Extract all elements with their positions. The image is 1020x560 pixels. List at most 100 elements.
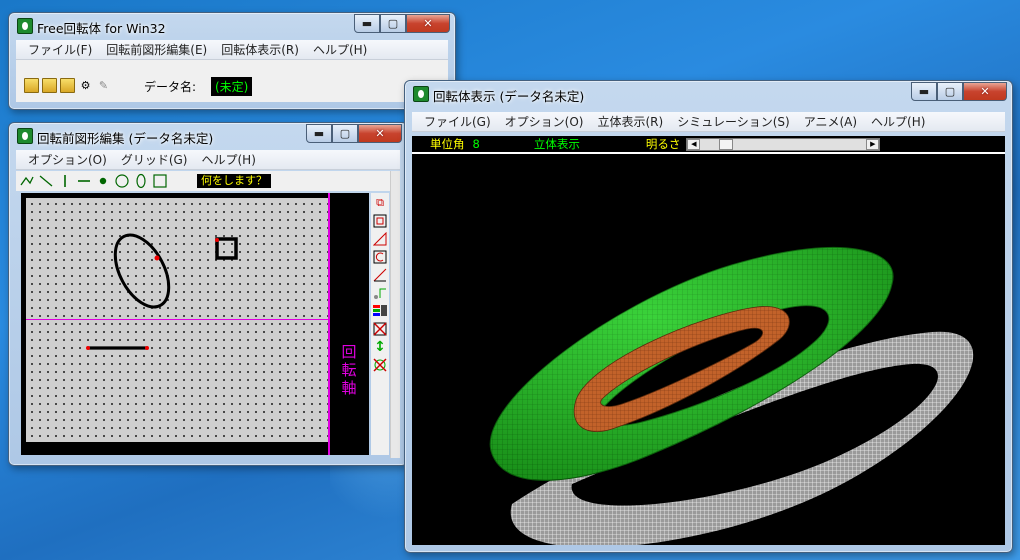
line-start-point [86, 346, 90, 350]
brightness-label: 明るさ [645, 137, 681, 151]
vertical-line-tool-icon[interactable] [57, 173, 73, 189]
rotate-icon[interactable] [373, 249, 388, 264]
close-icon: ✕ [375, 127, 385, 140]
maximize-icon: ▢ [339, 127, 351, 140]
minimize-icon: ▬ [361, 17, 373, 30]
menu-simulation[interactable]: シミュレーション(S) [671, 113, 798, 130]
main-window-buttons: ▬ ▢ ✕ [354, 14, 450, 33]
side-toolbar: ⧉ ↕ [371, 193, 389, 455]
rotation-axis-label: 回転軸 [341, 343, 357, 397]
circle-tool-icon[interactable] [114, 173, 130, 189]
close-button[interactable]: ✕ [963, 82, 1007, 101]
clear-all-icon[interactable] [373, 357, 388, 372]
main-window-title: Free回転体 for Win32 [37, 21, 166, 36]
editor-window[interactable]: 回転前図形編集 (データ名未定) ▬ ▢ ✕ オプション(O) グリッド(G) … [8, 122, 408, 466]
menu-help[interactable]: ヘルプ(H) [865, 113, 933, 130]
tool-icon[interactable]: ✎ [96, 78, 111, 93]
minimize-button[interactable]: ▬ [306, 124, 332, 143]
maximize-button[interactable]: ▢ [937, 82, 963, 101]
3d-scene [489, 246, 974, 545]
menu-options[interactable]: オプション(O) [499, 113, 592, 130]
point-tool-icon[interactable] [95, 173, 111, 189]
menu-help[interactable]: ヘルプ(H) [307, 41, 375, 58]
viewer-window-title: 回転体表示 (データ名未定) [433, 89, 585, 104]
editor-titlebar[interactable]: 回転前図形編集 (データ名未定) ▬ ▢ ✕ [9, 123, 407, 149]
display-mode-text: 立体表示 [533, 137, 580, 151]
slope-icon[interactable] [373, 267, 388, 282]
delete-icon[interactable] [373, 321, 388, 336]
editor-menubar: オプション(O) グリッド(G) ヘルプ(H) [16, 150, 400, 170]
ellipse-shape [113, 233, 171, 309]
unit-angle-label: 単位角 [430, 137, 465, 151]
minimize-icon: ▬ [313, 127, 325, 140]
copy-shape-icon[interactable]: ⧉ [373, 195, 388, 210]
close-button[interactable]: ✕ [406, 14, 450, 33]
app-icon[interactable] [413, 86, 429, 102]
prompt-text: 何をします？ [197, 174, 271, 188]
menu-animation[interactable]: アニメ(A) [798, 113, 865, 130]
menu-options[interactable]: オプション(O) [22, 151, 115, 168]
app-icon[interactable] [17, 18, 33, 34]
menu-render[interactable]: 回転体表示(R) [215, 41, 307, 58]
slider-left-arrow-icon[interactable]: ◀ [687, 138, 701, 150]
viewer-statusbar: 単位角 8 立体表示 明るさ ◀ ▶ [412, 136, 1005, 152]
slider-right-arrow-icon[interactable]: ▶ [866, 138, 880, 150]
close-icon: ✕ [980, 85, 990, 98]
main-window[interactable]: Free回転体 for Win32 ▬ ▢ ✕ ファイル(F) 回転前図形編集(… [8, 12, 456, 110]
viewer-window[interactable]: 回転体表示 (データ名未定) ▬ ▢ ✕ ファイル(G) オプション(O) 立体… [404, 80, 1013, 553]
square-control-point [215, 238, 219, 242]
vertical-arrow-icon[interactable]: ↕ [373, 339, 388, 355]
horizontal-line-tool-icon[interactable] [76, 173, 92, 189]
menu-file[interactable]: ファイル(F) [22, 41, 100, 58]
editor-window-buttons: ▬ ▢ ✕ [306, 124, 402, 143]
canvas-shapes [86, 233, 238, 350]
menu-edit-shape[interactable]: 回転前図形編集(E) [100, 41, 215, 58]
gear-icon[interactable]: ⚙ [78, 78, 93, 93]
3d-viewport[interactable] [412, 154, 1005, 545]
open-folder-icon[interactable] [24, 78, 39, 93]
minimize-button[interactable]: ▬ [911, 82, 937, 101]
viewer-window-buttons: ▬ ▢ ✕ [911, 82, 1007, 101]
app-icon[interactable] [17, 128, 33, 144]
maximize-button[interactable]: ▢ [332, 124, 358, 143]
data-name-label: データ名: [144, 80, 197, 94]
data-name-value: (未定) [211, 77, 253, 96]
menu-file[interactable]: ファイル(G) [418, 113, 499, 130]
main-menubar: ファイル(F) 回転前図形編集(E) 回転体表示(R) ヘルプ(H) [16, 40, 448, 60]
corner-icon[interactable] [373, 285, 388, 300]
brightness-slider[interactable]: ◀ ▶ [686, 137, 881, 151]
main-toolbar: ⚙ ✎ [24, 78, 111, 93]
new-folder-icon[interactable] [42, 78, 57, 93]
maximize-icon: ▢ [387, 17, 399, 30]
minimize-icon: ▬ [918, 85, 930, 98]
palette-icon[interactable] [373, 303, 388, 318]
close-button[interactable]: ✕ [358, 124, 402, 143]
menu-grid[interactable]: グリッド(G) [115, 151, 196, 168]
maximize-button[interactable]: ▢ [380, 14, 406, 33]
box-select-icon[interactable] [373, 213, 388, 228]
ellipse-control-point [154, 255, 160, 261]
viewer-titlebar[interactable]: 回転体表示 (データ名未定) ▬ ▢ ✕ [405, 81, 1012, 107]
slider-thumb[interactable] [719, 138, 734, 150]
line-end-point [145, 346, 149, 350]
main-client: ⚙ ✎ データ名: (未定) [16, 60, 448, 102]
main-titlebar[interactable]: Free回転体 for Win32 ▬ ▢ ✕ [9, 13, 455, 39]
close-icon: ✕ [423, 17, 433, 30]
square-shape [215, 237, 238, 260]
editor-scrollbar[interactable] [390, 171, 400, 458]
maximize-icon: ▢ [944, 85, 956, 98]
shape-toolbar: 何をします？ [16, 171, 390, 191]
rotation-axis-line [328, 193, 330, 455]
save-folder-icon[interactable] [60, 78, 75, 93]
rectangle-tool-icon[interactable] [152, 173, 168, 189]
triangle-icon[interactable] [373, 231, 388, 246]
diagonal-line-tool-icon[interactable] [38, 173, 54, 189]
menu-3d-view[interactable]: 立体表示(R) [591, 113, 671, 130]
minimize-button[interactable]: ▬ [354, 14, 380, 33]
unit-angle-value: 8 [472, 137, 480, 151]
editor-window-title: 回転前図形編集 (データ名未定) [37, 131, 214, 146]
polyline-tool-icon[interactable] [19, 173, 35, 189]
drawing-canvas[interactable]: 回転軸 [21, 193, 369, 455]
menu-help[interactable]: ヘルプ(H) [195, 151, 263, 168]
ellipse-tool-icon[interactable] [133, 173, 149, 189]
